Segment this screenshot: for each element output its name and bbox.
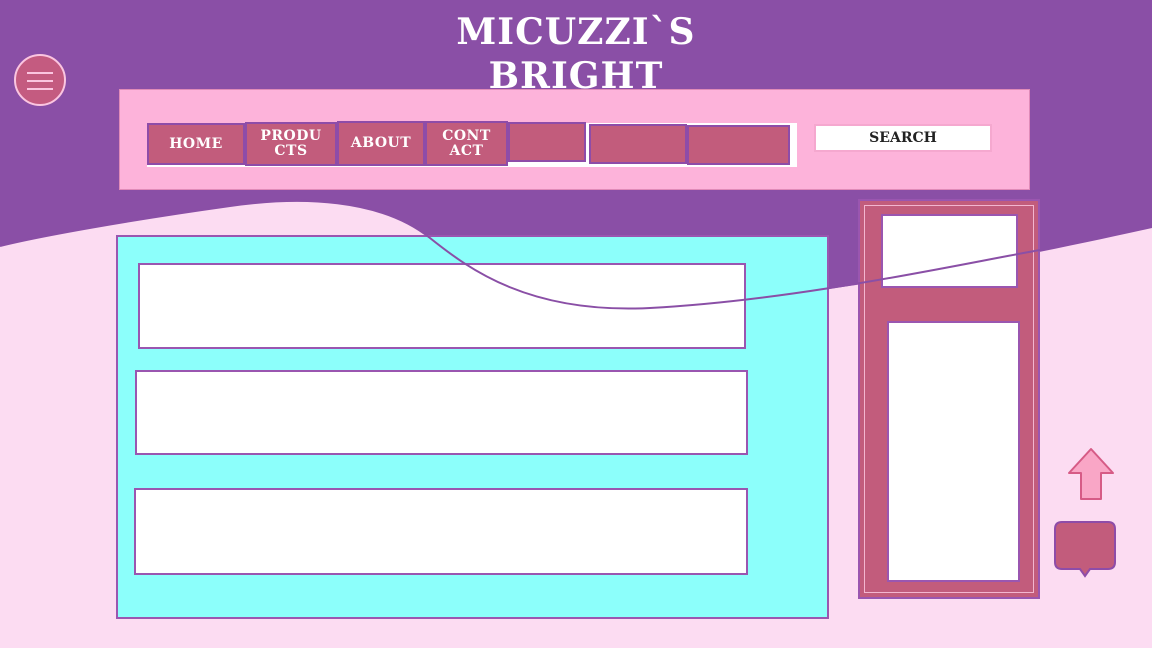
nav-home-button[interactable]: Home xyxy=(147,123,245,165)
back-to-top-button[interactable] xyxy=(1066,446,1118,504)
site-title: Micuzzi`s Bright xyxy=(376,10,776,98)
content-card-3 xyxy=(134,488,748,575)
main-content-panel xyxy=(116,235,829,619)
site-title-line-1: Micuzzi`s xyxy=(456,11,696,53)
hamburger-icon xyxy=(27,72,53,74)
sidebar-box-top xyxy=(881,214,1018,288)
nav-products-button[interactable]: Produ cts xyxy=(245,122,337,166)
nav-about-button[interactable]: About xyxy=(337,121,425,166)
sidebar xyxy=(858,199,1040,599)
search-button[interactable]: Search xyxy=(814,124,992,152)
navigation-bar: Home Produ cts About Cont act Search xyxy=(119,89,1030,190)
content-card-2 xyxy=(135,370,748,455)
nav-item-blank-2[interactable] xyxy=(589,124,687,164)
hamburger-menu-button[interactable] xyxy=(14,54,66,106)
nav-item-blank-3[interactable] xyxy=(687,125,790,165)
nav-item-blank-1[interactable] xyxy=(508,122,586,162)
up-arrow-icon xyxy=(1068,448,1114,500)
chat-bubble-icon xyxy=(1054,521,1116,578)
sidebar-box-bottom xyxy=(887,321,1020,582)
content-card-1 xyxy=(138,263,746,349)
nav-contact-button[interactable]: Cont act xyxy=(425,121,508,166)
chat-button[interactable] xyxy=(1052,519,1118,581)
